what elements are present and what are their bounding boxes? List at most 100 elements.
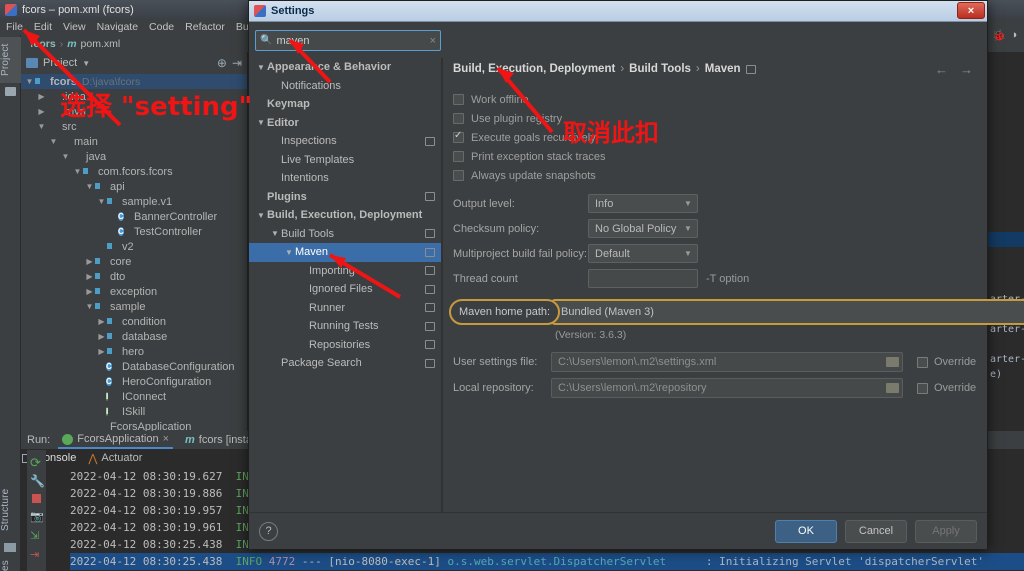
tool-window-structure[interactable]: Structure — [0, 481, 21, 539]
close-icon[interactable]: × — [163, 433, 169, 445]
tree-node[interactable]: I ISkill — [21, 404, 247, 419]
tree-node[interactable]: C HeroConfiguration — [21, 374, 247, 389]
chevron-down-icon[interactable]: ▼ — [255, 118, 267, 127]
run-tab-fcorsapplication[interactable]: FcorsApplication × — [58, 431, 174, 449]
chevron-right-icon[interactable]: ▶ — [85, 272, 94, 281]
menu-edit[interactable]: Edit — [34, 21, 52, 33]
tree-node[interactable]: ▼ java — [21, 149, 247, 164]
checkbox-row-use-plugin-registry[interactable]: Use plugin registry — [453, 109, 987, 128]
tree-node[interactable]: ▶ dto — [21, 269, 247, 284]
chevron-down-icon[interactable]: ▼ — [85, 182, 94, 191]
maven-home-path-combo[interactable]: Bundled (Maven 3) ▼ — [551, 299, 1024, 325]
chevron-down-icon[interactable]: ▼ — [255, 211, 267, 220]
combo-checksum-policy[interactable]: No Global Policy ▼ — [588, 219, 698, 238]
checkbox-row-always-update-snapshots[interactable]: Always update snapshots — [453, 166, 987, 185]
settings-nav-item-inspections[interactable]: Inspections — [249, 132, 441, 151]
settings-nav-item-repositories[interactable]: Repositories — [249, 336, 441, 355]
debug-icon[interactable]: 🐞 — [992, 29, 1006, 42]
settings-nav-item-running-tests[interactable]: Running Tests — [249, 317, 441, 336]
settings-nav-item-build-tools[interactable]: ▼ Build Tools — [249, 225, 441, 244]
editor-area[interactable]: arter-weevtools:2arter-tesarter-jdle) — [988, 52, 1024, 431]
tree-node[interactable]: ▶ core — [21, 254, 247, 269]
breadcrumb-item-2[interactable]: Maven — [705, 63, 741, 75]
tree-node[interactable]: ▼ main — [21, 134, 247, 149]
cancel-button[interactable]: Cancel — [845, 519, 907, 543]
tree-node[interactable]: ▼ com.fcors.fcors — [21, 164, 247, 179]
chevron-down-icon[interactable]: ▼ — [37, 122, 46, 131]
camera-icon[interactable]: 📷 — [30, 510, 44, 523]
export-icon[interactable]: ⇥ — [30, 548, 39, 561]
checkbox-icon[interactable] — [453, 170, 464, 181]
combo-output-level[interactable]: Info ▼ — [588, 194, 698, 213]
chevron-right-icon[interactable]: ▶ — [85, 257, 94, 266]
path-input[interactable]: C:\Users\lemon\.m2\settings.xml — [551, 352, 903, 372]
menu-code[interactable]: Code — [149, 21, 174, 33]
chevron-down-icon[interactable]: ▼ — [73, 167, 82, 176]
checkbox-icon[interactable] — [453, 94, 464, 105]
settings-nav-item-runner[interactable]: Runner — [249, 299, 441, 318]
chevron-down-icon[interactable]: ▼ — [25, 77, 34, 86]
help-button[interactable]: ? — [259, 521, 278, 541]
settings-nav-item-build-execution-deployment[interactable]: ▼ Build, Execution, Deployment — [249, 206, 441, 225]
settings-nav-item-editor[interactable]: ▼ Editor — [249, 114, 441, 133]
console-tab-actuator[interactable]: ⋀ Actuator — [88, 452, 142, 465]
combo-multiproject-build-fail-policy[interactable]: Default ▼ — [588, 244, 698, 263]
settings-nav-tree[interactable]: ▼ Appearance & Behavior Notifications Keyma… — [249, 58, 442, 513]
menu-navigate[interactable]: Navigate — [97, 21, 138, 33]
checkbox-row-print-exception-stack-traces[interactable]: Print exception stack traces — [453, 147, 987, 166]
settings-search[interactable]: 🔍 maven × — [255, 30, 441, 51]
breadcrumb-project[interactable]: fcors — [30, 38, 56, 50]
chevron-down-icon[interactable]: ▼ — [269, 229, 281, 238]
ok-button[interactable]: OK — [775, 519, 837, 543]
tree-node[interactable]: ▼ api — [21, 179, 247, 194]
checkbox-icon[interactable] — [917, 356, 928, 368]
settings-nav-item-notifications[interactable]: Notifications — [249, 77, 441, 96]
clear-search-icon[interactable]: × — [430, 35, 436, 47]
chevron-down-icon[interactable]: ▼ — [82, 59, 90, 68]
nav-forward-icon[interactable]: → — [960, 62, 973, 77]
tree-node[interactable]: ▶ hero — [21, 344, 247, 359]
tool-window-favorites[interactable]: Favorites — [0, 557, 21, 571]
folder-browse-icon[interactable] — [886, 383, 899, 393]
settings-nav-item-package-search[interactable]: Package Search — [249, 354, 441, 373]
apply-button[interactable]: Apply — [915, 519, 977, 543]
override-checkbox-row[interactable]: Override — [917, 356, 976, 368]
collapse-all-icon[interactable]: ⇥ — [232, 56, 242, 70]
menu-refactor[interactable]: Refactor — [185, 21, 225, 33]
path-input[interactable]: C:\Users\lemon\.m2\repository — [551, 378, 903, 398]
chevron-down-icon[interactable]: ▼ — [681, 199, 695, 208]
tree-node[interactable]: C DatabaseConfiguration — [21, 359, 247, 374]
tool-window-project[interactable]: Project — [0, 37, 21, 83]
checkbox-row-work-offline[interactable]: Work offline — [453, 90, 987, 109]
menu-view[interactable]: View — [63, 21, 86, 33]
chevron-right-icon[interactable]: ▶ — [37, 92, 46, 101]
breadcrumb-item-0[interactable]: Build, Execution, Deployment — [453, 63, 615, 75]
tree-node[interactable]: ▶ exception — [21, 284, 247, 299]
tree-node[interactable]: ▶ database — [21, 329, 247, 344]
menu-file[interactable]: File — [6, 21, 23, 33]
settings-nav-item-plugins[interactable]: Plugins — [249, 188, 441, 207]
chevron-down-icon[interactable]: ▼ — [85, 302, 94, 311]
checkbox-icon[interactable] — [453, 113, 464, 124]
override-checkbox-row[interactable]: Override — [917, 382, 976, 394]
tree-node[interactable]: I IConnect — [21, 389, 247, 404]
crosshair-icon[interactable]: ⊕ — [217, 56, 227, 70]
stop-icon[interactable] — [32, 494, 41, 503]
chevron-right-icon[interactable]: ▶ — [97, 332, 106, 341]
tree-node[interactable]: ▼ sample — [21, 299, 247, 314]
tree-node[interactable]: ▶ condition — [21, 314, 247, 329]
settings-nav-item-intentions[interactable]: Intentions — [249, 169, 441, 188]
tree-node[interactable]: ▼ sample.v1 — [21, 194, 247, 209]
chevron-right-icon[interactable]: ▶ — [97, 347, 106, 356]
nav-back-icon[interactable]: ← — [935, 62, 948, 77]
settings-nav-item-maven[interactable]: ▼ Maven — [249, 243, 441, 262]
search-input[interactable]: 🔍 maven × — [255, 30, 441, 51]
chevron-down-icon[interactable]: ▼ — [255, 63, 267, 72]
settings-nav-item-importing[interactable]: Importing — [249, 262, 441, 281]
chevron-down-icon[interactable]: ▼ — [97, 197, 106, 206]
breadcrumb-item-1[interactable]: Build Tools — [629, 63, 691, 75]
run-icon[interactable]: ◗ — [1012, 29, 1019, 41]
settings-nav-item-ignored-files[interactable]: Ignored Files — [249, 280, 441, 299]
chevron-right-icon[interactable]: ▶ — [37, 107, 46, 116]
rerun-icon[interactable]: ⟳ — [30, 455, 41, 471]
